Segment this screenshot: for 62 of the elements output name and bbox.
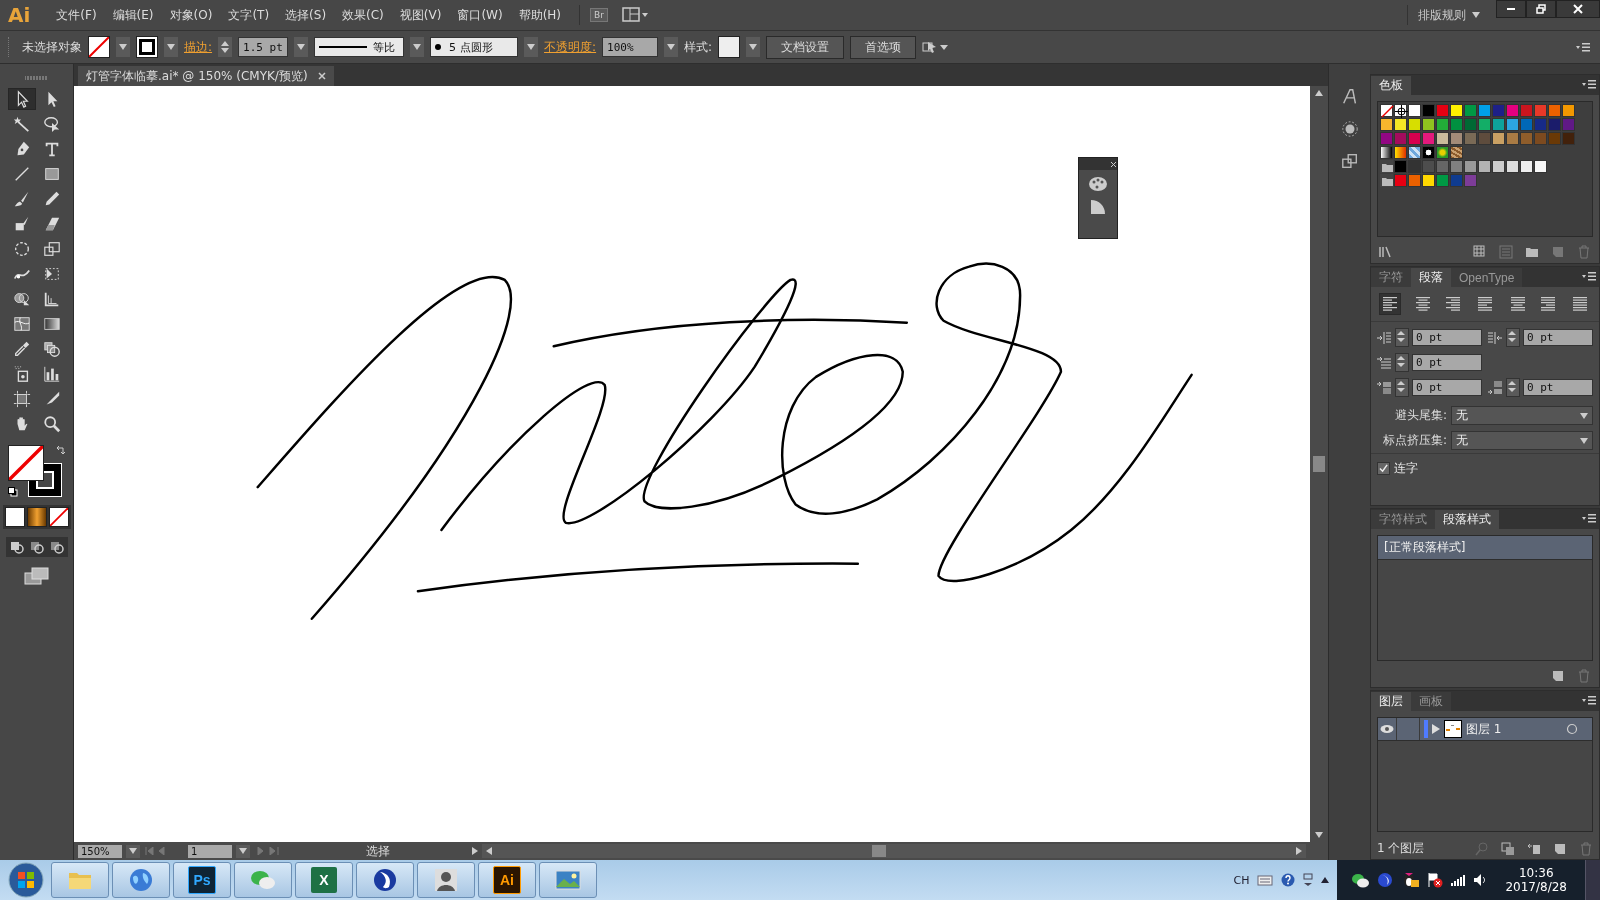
app-logo: Ai — [8, 3, 31, 27]
stroke-label[interactable]: 描边: — [184, 38, 213, 56]
dropdown-value: 无 — [1456, 432, 1468, 449]
indent-field[interactable]: 0 pt — [1523, 379, 1593, 396]
menu-item[interactable]: 编辑(E) — [104, 6, 162, 24]
status-tool[interactable]: 选择 — [288, 842, 468, 860]
dropdown-value: 无 — [1456, 407, 1468, 424]
clock-date: 2017/8/28 — [1505, 880, 1567, 894]
menu-item[interactable]: 窗口(W) — [449, 6, 511, 24]
menu-item[interactable]: 选择(S) — [277, 6, 335, 24]
indent-field[interactable]: 0 pt — [1523, 329, 1593, 346]
menu-item[interactable]: 文字(T) — [220, 6, 278, 24]
app-icon: X — [311, 867, 337, 893]
indent-field[interactable]: 0 pt — [1412, 354, 1482, 371]
clock-time: 10:36 — [1518, 866, 1554, 880]
menu-item[interactable]: 对象(O) — [161, 6, 221, 24]
document-tab[interactable]: 灯管字体临摹.ai* @ 150% (CMYK/预览) — [78, 66, 334, 86]
kinsoku-dropdown[interactable]: 无 — [1451, 406, 1593, 425]
app-icon: Ps — [188, 866, 216, 894]
opacity-label[interactable]: 不透明度: — [544, 38, 597, 56]
workspace-switcher[interactable]: 排版规则 — [1418, 6, 1466, 24]
mojikumi-dropdown[interactable]: 无 — [1451, 431, 1593, 450]
panel-tab[interactable]: 段落样式 — [1435, 510, 1499, 529]
stroke-profile-dropdown[interactable]: 等比 — [314, 37, 405, 57]
opacity-field[interactable]: 100% — [602, 37, 659, 57]
field-label: 避头尾集: — [1393, 407, 1447, 424]
selection-status: 未选择对象 — [22, 38, 82, 56]
indent-field[interactable]: 0 pt — [1412, 329, 1482, 346]
stroke-profile-label: 等比 — [373, 39, 396, 55]
layer-count: 1 个图层 — [1377, 840, 1425, 858]
artboard-field[interactable]: 1 — [188, 844, 232, 858]
panel-tab[interactable]: 段落 — [1411, 268, 1451, 287]
panel-tab[interactable]: 画板 — [1411, 692, 1451, 711]
layer-name: 图层 1 — [1466, 720, 1503, 738]
toolbar-button[interactable]: 首选项 — [850, 35, 917, 59]
language-indicator[interactable]: CH — [1233, 873, 1250, 887]
toolbar-button[interactable]: 文档设置 — [766, 35, 845, 59]
menu-item[interactable]: 视图(V) — [391, 6, 450, 24]
panel-tab[interactable]: OpenType — [1451, 268, 1523, 287]
checkbox-label: 连字 — [1394, 460, 1418, 477]
zoom-field[interactable]: 150% — [78, 844, 122, 858]
bridge-button[interactable]: Br — [590, 8, 608, 22]
panel-tab[interactable]: 图层 — [1371, 692, 1411, 711]
taskbar-app[interactable]: Ps — [173, 862, 231, 898]
panel-tab[interactable]: 字符 — [1371, 268, 1411, 287]
panel-tab[interactable]: 色板 — [1371, 76, 1411, 95]
document-title: 灯管字体临摹.ai* @ 150% (CMYK/预览) — [86, 67, 308, 85]
layer-row[interactable]: 图层 1 — [1378, 718, 1592, 741]
style-list-item[interactable]: [正常段落样式] — [1378, 536, 1592, 560]
menu-item[interactable]: 文件(F) — [48, 6, 105, 24]
taskbar-app[interactable]: Ai — [478, 862, 536, 898]
field-label: 标点挤压集: — [1381, 432, 1447, 449]
menu-item[interactable]: 帮助(H) — [510, 6, 569, 24]
taskbar-app[interactable]: X — [295, 862, 353, 898]
panel-tab[interactable]: 字符样式 — [1371, 510, 1435, 529]
brush-label: 5 点圆形 — [449, 39, 493, 55]
indent-field[interactable]: 0 pt — [1412, 379, 1482, 396]
style-label: 样式: — [684, 38, 713, 56]
stroke-weight-field[interactable]: 1.5 pt — [238, 37, 289, 57]
app-icon: Ai — [493, 866, 521, 894]
menu-item[interactable]: 效果(C) — [334, 6, 392, 24]
brush-dropdown[interactable]: 5 点圆形 — [430, 37, 519, 57]
